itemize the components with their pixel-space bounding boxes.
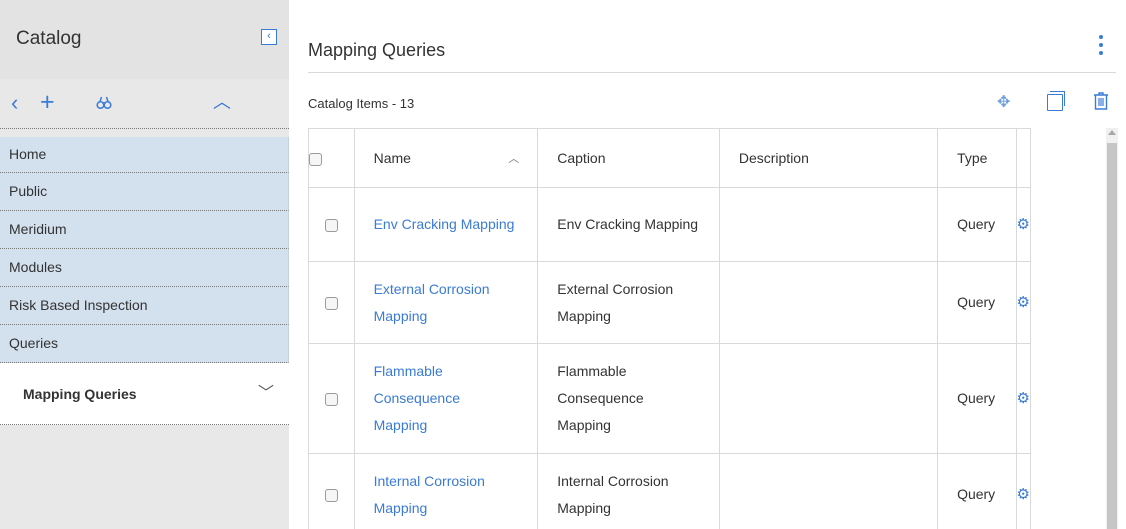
chevron-up-icon[interactable]: ︿ (213, 93, 231, 111)
actions-cell: ⚙ (1015, 187, 1031, 262)
description-cell (718, 187, 939, 262)
sidebar-item-risk-based-inspection[interactable]: Risk Based Inspection (0, 287, 289, 325)
chevron-down-icon[interactable]: ﹀ (258, 363, 274, 425)
gear-icon[interactable]: ⚙ (1017, 294, 1030, 311)
name-cell: Env Cracking Mapping (353, 187, 539, 262)
caption-cell: Flammable Consequence Mapping (537, 343, 720, 454)
add-icon[interactable]: + (40, 90, 55, 115)
item-name-link[interactable]: Flammable Consequence Mapping (374, 363, 460, 433)
sidebar-item-queries[interactable]: Queries (0, 325, 289, 363)
select-all-cell (308, 128, 355, 188)
page-title: Mapping Queries (308, 40, 446, 60)
sidebar-item-public[interactable]: Public (0, 173, 289, 211)
trash-icon[interactable] (1093, 92, 1109, 115)
more-options-icon[interactable] (1095, 34, 1107, 56)
sidebar-nav: Home Public Meridium Modules Risk Based … (0, 137, 289, 425)
row-checkbox[interactable] (324, 218, 338, 232)
column-header-description[interactable]: Description (718, 128, 939, 188)
gear-icon[interactable]: ⚙ (1017, 390, 1030, 407)
caption-cell: Env Cracking Mapping (537, 187, 720, 262)
name-cell: External Corrosion Mapping (353, 261, 539, 344)
row-select-cell (308, 453, 355, 529)
actions-cell: ⚙ (1015, 453, 1031, 529)
column-header-caption[interactable]: Caption (537, 128, 720, 188)
type-cell: Query (937, 453, 1017, 529)
search-icon[interactable] (96, 96, 112, 113)
table-row: Internal Corrosion Mapping Internal Corr… (308, 453, 1031, 529)
column-header-type[interactable]: Type (937, 128, 1017, 188)
row-checkbox[interactable] (324, 392, 338, 406)
row-select-cell (308, 261, 355, 344)
name-cell: Flammable Consequence Mapping (353, 343, 539, 454)
actions-cell: ⚙ (1015, 343, 1031, 454)
column-header-name[interactable]: Name ︿ (353, 128, 539, 188)
column-header-name-label: Name (373, 150, 411, 166)
select-all-checkbox[interactable] (309, 152, 322, 166)
item-name-link[interactable]: Internal Corrosion Mapping (374, 473, 485, 516)
caption-cell: Internal Corrosion Mapping (537, 453, 720, 529)
type-cell: Query (937, 343, 1017, 454)
catalog-items-table: Name ︿ Caption Description Type Env Crack… (308, 128, 1031, 529)
vertical-scrollbar[interactable] (1106, 128, 1118, 529)
scroll-up-arrow-icon[interactable] (1108, 130, 1116, 135)
sidebar-title: Catalog (16, 28, 82, 49)
actions-cell: ⚙ (1015, 261, 1031, 344)
type-cell: Query (937, 187, 1017, 262)
collapse-sidebar-icon[interactable]: ‹ (261, 29, 277, 45)
title-divider (308, 72, 1116, 73)
sidebar-item-meridium[interactable]: Meridium (0, 211, 289, 249)
item-name-link[interactable]: External Corrosion Mapping (374, 281, 490, 324)
sort-ascending-icon[interactable]: ︿ (508, 150, 519, 166)
sidebar-item-mapping-queries[interactable]: Mapping Queries ﹀ (0, 363, 289, 425)
sidebar-current-label: Mapping Queries (23, 386, 137, 402)
sidebar-item-home[interactable]: Home (0, 137, 289, 173)
description-cell (718, 453, 939, 529)
sidebar-header: Catalog ‹ (0, 0, 289, 79)
catalog-items-count: Catalog Items - 13 (308, 96, 415, 111)
row-checkbox[interactable] (324, 296, 338, 310)
table-row: External Corrosion Mapping External Corr… (308, 261, 1031, 344)
type-cell: Query (937, 261, 1017, 344)
main-content: Mapping Queries Catalog Items - 13 ✥ Nam… (289, 0, 1126, 529)
gear-icon[interactable]: ⚙ (1017, 216, 1030, 233)
description-cell (718, 343, 939, 454)
copy-icon[interactable] (1047, 91, 1065, 111)
table-row: Flammable Consequence Mapping Flammable … (308, 343, 1031, 454)
item-name-link[interactable]: Env Cracking Mapping (374, 216, 515, 232)
table-row: Env Cracking Mapping Env Cracking Mappin… (308, 187, 1031, 262)
row-select-cell (308, 187, 355, 262)
move-icon[interactable]: ✥ (997, 92, 1010, 112)
caption-cell: External Corrosion Mapping (537, 261, 720, 344)
back-icon[interactable]: ‹ (11, 92, 18, 114)
column-header-actions (1015, 128, 1031, 188)
name-cell: Internal Corrosion Mapping (353, 453, 539, 529)
description-cell (718, 261, 939, 344)
row-select-cell (308, 343, 355, 454)
table-header-row: Name ︿ Caption Description Type (308, 128, 1031, 188)
gear-icon[interactable]: ⚙ (1017, 486, 1030, 503)
sidebar-item-modules[interactable]: Modules (0, 249, 289, 287)
scrollbar-thumb[interactable] (1107, 143, 1117, 529)
row-checkbox[interactable] (324, 488, 338, 502)
catalog-sidebar: Catalog ‹ ‹ + ︿ Home Public Meridium Mod… (0, 0, 289, 529)
